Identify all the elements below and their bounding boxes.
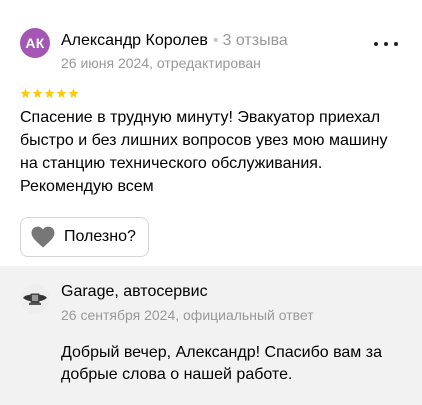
author-line: Александр Королев • 3 отзыва xyxy=(61,32,288,50)
rating-stars xyxy=(20,88,79,99)
reply-author-name[interactable]: Garage, автосервис xyxy=(61,283,208,301)
author-name[interactable]: Александр Королев xyxy=(61,32,208,49)
more-dots-icon[interactable] xyxy=(374,36,398,52)
reply-date: 26 сентября 2024, официальный ответ xyxy=(61,307,314,323)
helpful-label: Полезно? xyxy=(64,228,136,245)
star-icon xyxy=(44,88,55,98)
review-text: Спасение в трудную минуту! Эвакуатор при… xyxy=(20,109,388,195)
star-icon xyxy=(68,88,79,98)
review-date: 26 июня 2024, отредактирован xyxy=(61,55,261,71)
garage-logo-icon[interactable] xyxy=(20,284,50,314)
separator-dot: • xyxy=(212,32,219,49)
review-card: АК Александр Королев • 3 отзыва 26 июня 20… xyxy=(0,0,422,262)
star-icon xyxy=(32,88,43,98)
owner-reply: Garage, автосервис 26 сентября 2024, офи… xyxy=(0,266,422,405)
reply-text: Добрый вечер, Александр! Спасибо вам за … xyxy=(61,344,382,383)
star-icon xyxy=(20,88,31,98)
star-icon xyxy=(56,88,67,98)
avatar[interactable]: АК xyxy=(20,28,50,58)
review-count: 3 отзыва xyxy=(222,32,288,49)
heart-icon xyxy=(31,226,55,248)
helpful-button[interactable]: Полезно? xyxy=(20,217,149,257)
